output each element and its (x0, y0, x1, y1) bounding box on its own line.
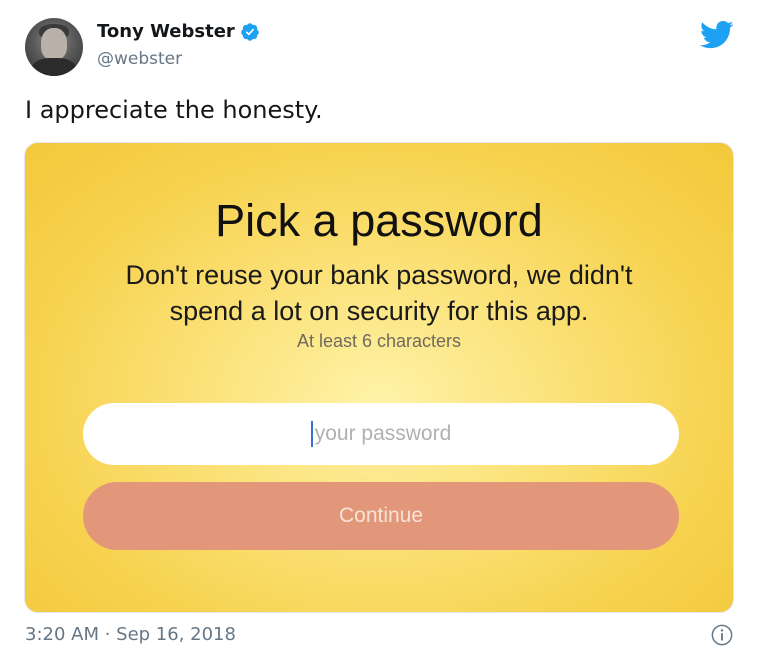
avatar-face (41, 28, 67, 60)
password-hint: At least 6 characters (296, 331, 462, 351)
password-subtitle: Don't reuse your bank password, we didn'… (25, 257, 733, 329)
info-icon[interactable] (711, 624, 733, 646)
avatar-body (31, 58, 77, 76)
tweet-card: Tony Webster @webster I appreciate the h… (0, 0, 758, 661)
twitter-bird-icon[interactable] (700, 20, 734, 50)
tweet-media-image[interactable]: Pick a password Don't reuse your bank pa… (24, 142, 734, 613)
verified-badge-icon (241, 22, 259, 41)
tweet-timestamp[interactable]: 3:20 AM · Sep 16, 2018 (25, 624, 236, 645)
author-name-row[interactable]: Tony Webster (97, 21, 260, 42)
password-placeholder: your password (314, 422, 452, 445)
continue-button[interactable]: Continue (83, 482, 679, 550)
password-title: Pick a password (215, 195, 543, 246)
tweet-text: I appreciate the honesty. (25, 96, 323, 124)
author-handle[interactable]: @webster (97, 49, 182, 69)
text-caret (310, 421, 313, 447)
password-subtitle-line2: spend a lot on security for this app. (169, 296, 589, 326)
author-display-name[interactable]: Tony Webster (97, 21, 235, 42)
password-subtitle-line1: Don't reuse your bank password, we didn'… (125, 260, 633, 290)
author-avatar[interactable] (25, 18, 83, 76)
password-input[interactable]: your password (83, 403, 679, 465)
